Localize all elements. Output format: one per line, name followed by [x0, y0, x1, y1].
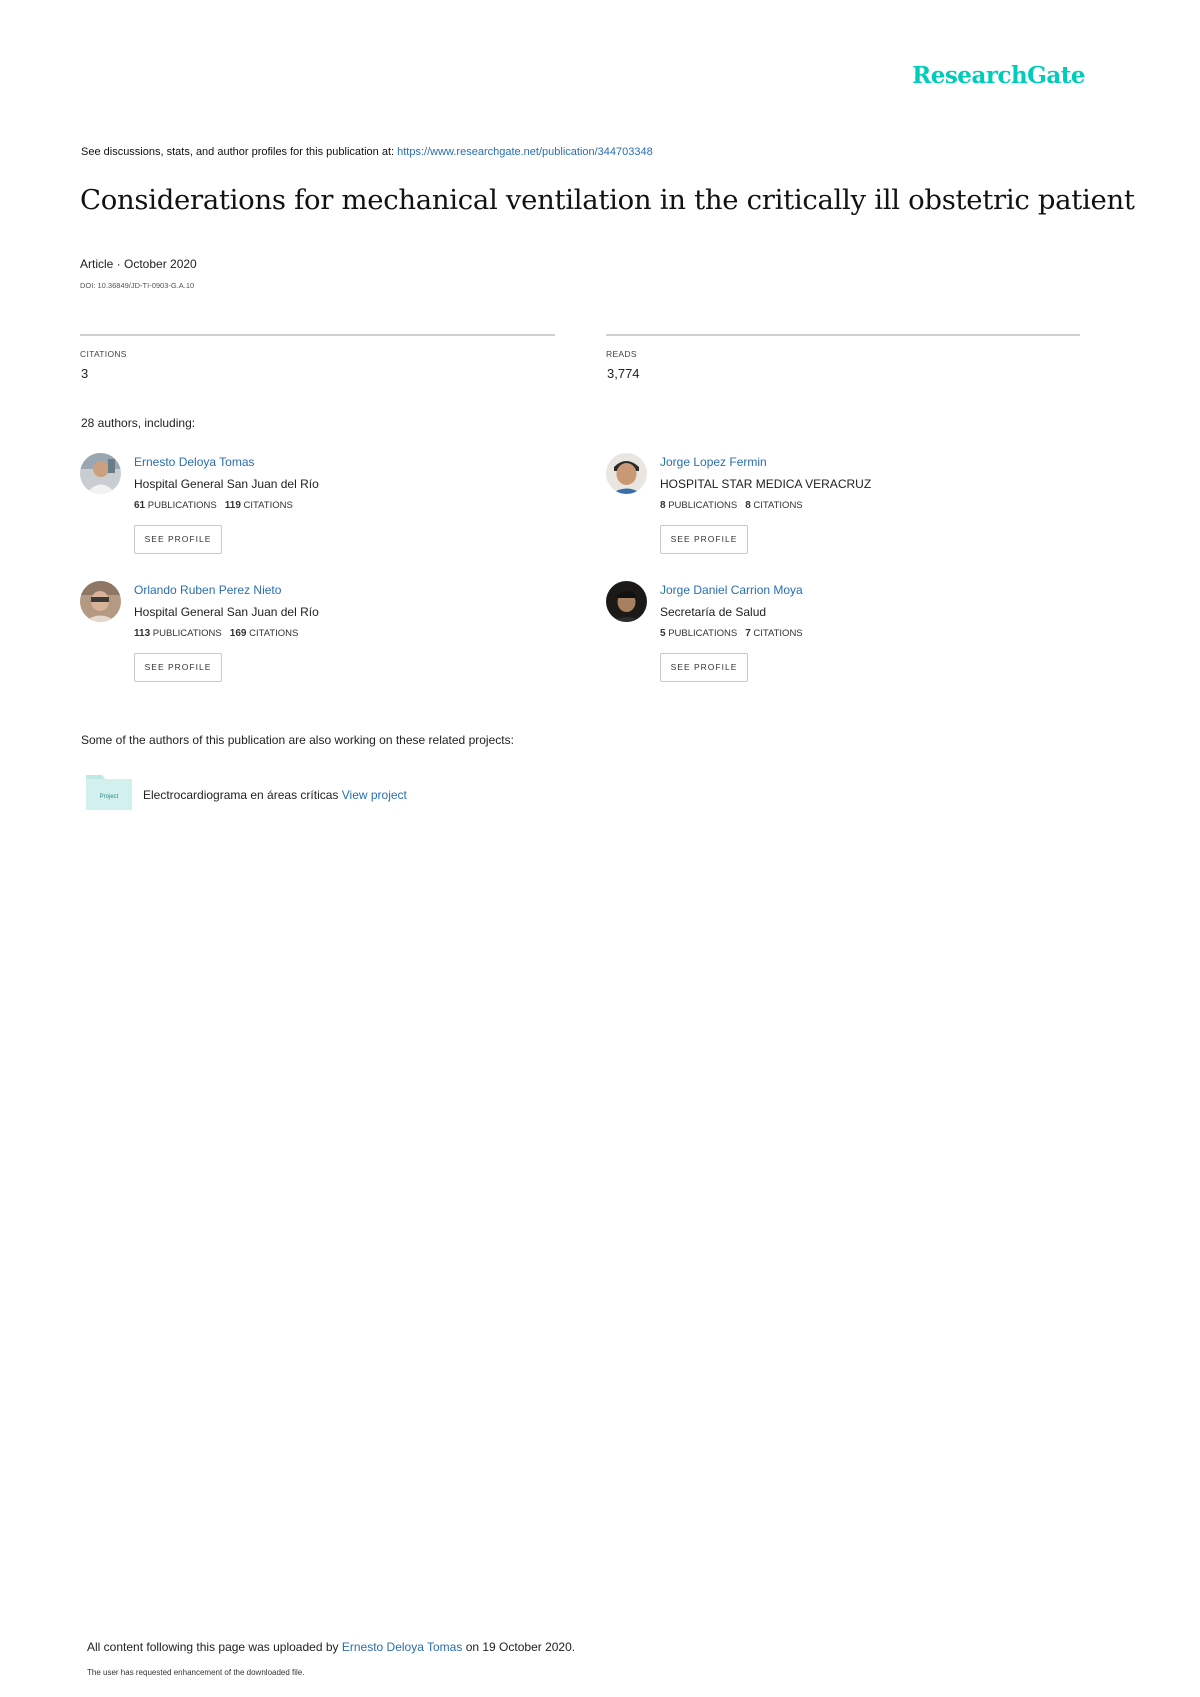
citations-label: CITATIONS [243, 500, 293, 511]
publication-url-link[interactable]: https://www.researchgate.net/publication… [397, 146, 653, 158]
author-name-link[interactable]: Jorge Lopez Fermin [660, 455, 767, 469]
citations-value: 3 [81, 366, 89, 381]
citations-count: 119 [224, 500, 241, 511]
see-profile-button[interactable]: SEE PROFILE [134, 653, 222, 682]
projects-heading: Some of the authors of this publication … [81, 733, 514, 747]
author-name-link[interactable]: Orlando Ruben Perez Nieto [134, 583, 281, 597]
reads-label: READS [606, 349, 637, 359]
uploader-link[interactable]: Ernesto Deloya Tomas [342, 1640, 463, 1654]
author-institution: Hospital General San Juan del Río [134, 477, 319, 491]
publications-label: PUBLICATIONS [668, 628, 738, 639]
publications-count: 61 [134, 500, 146, 511]
source-prefix: See discussions, stats, and author profi… [81, 146, 398, 158]
project-folder-icon: Project [86, 773, 132, 810]
publications-label: PUBLICATIONS [668, 500, 738, 511]
see-profile-button[interactable]: SEE PROFILE [660, 525, 748, 554]
author-institution: Hospital General San Juan del Río [134, 605, 319, 619]
avatar[interactable] [606, 453, 647, 494]
author-name-link[interactable]: Ernesto Deloya Tomas [134, 455, 255, 469]
author-counts: 8 PUBLICATIONS 8 CITATIONS [660, 500, 803, 511]
publications-label: PUBLICATIONS [152, 628, 222, 639]
publications-count: 5 [660, 628, 666, 639]
author-institution: Secretaría de Salud [660, 605, 767, 619]
authors-count: 28 authors, including: [81, 416, 196, 430]
download-note: The user has requested enhancement of th… [87, 1668, 305, 1677]
publication-title: Considerations for mechanical ventilatio… [80, 184, 1135, 216]
project-icon-label: Project [100, 794, 119, 800]
author-card: Ernesto Deloya Tomas Hospital General Sa… [80, 453, 520, 563]
citations-label: CITATIONS [249, 628, 299, 639]
author-counts: 61 PUBLICATIONS 119 CITATIONS [134, 500, 293, 511]
citations-label: CITATIONS [80, 349, 127, 359]
citations-count: 8 [745, 500, 751, 511]
author-counts: 113 PUBLICATIONS 169 CITATIONS [134, 628, 298, 639]
project-text: Electrocardiograma en áreas críticas Vie… [143, 788, 407, 802]
see-profile-button[interactable]: SEE PROFILE [660, 653, 748, 682]
source-line: See discussions, stats, and author profi… [81, 146, 653, 158]
citations-label: CITATIONS [753, 628, 803, 639]
avatar[interactable] [606, 581, 647, 622]
author-card: Jorge Daniel Carrion Moya Secretaría de … [606, 581, 1046, 691]
reads-value: 3,774 [607, 366, 640, 381]
citations-label: CITATIONS [753, 500, 803, 511]
author-counts: 5 PUBLICATIONS 7 CITATIONS [660, 628, 803, 639]
publications-count: 8 [660, 500, 666, 511]
reads-divider [606, 334, 1080, 336]
author-card: Orlando Ruben Perez Nieto Hospital Gener… [80, 581, 520, 691]
avatar[interactable] [80, 581, 121, 622]
article-type-date: Article · October 2020 [80, 257, 197, 271]
author-card: Jorge Lopez Fermin HOSPITAL STAR MEDICA … [606, 453, 1046, 563]
publications-label: PUBLICATIONS [147, 500, 217, 511]
author-institution: HOSPITAL STAR MEDICA VERACRUZ [660, 477, 872, 491]
citations-divider [80, 334, 555, 336]
author-name-link[interactable]: Jorge Daniel Carrion Moya [660, 583, 803, 597]
citations-count: 169 [229, 628, 247, 639]
upload-prefix: All content following this page was uplo… [87, 1640, 342, 1654]
see-profile-button[interactable]: SEE PROFILE [134, 525, 222, 554]
avatar[interactable] [80, 453, 121, 494]
upload-suffix: on 19 October 2020. [462, 1640, 576, 1654]
doi: DOI: 10.36849/JD-TI-0903-G.A.10 [80, 281, 195, 290]
project-name: Electrocardiograma en áreas críticas [143, 788, 342, 802]
publications-count: 113 [134, 628, 151, 639]
upload-note: All content following this page was uplo… [87, 1640, 575, 1654]
citations-count: 7 [745, 628, 751, 639]
view-project-link[interactable]: View project [342, 788, 407, 802]
researchgate-logo[interactable]: ResearchGate [912, 62, 1085, 89]
